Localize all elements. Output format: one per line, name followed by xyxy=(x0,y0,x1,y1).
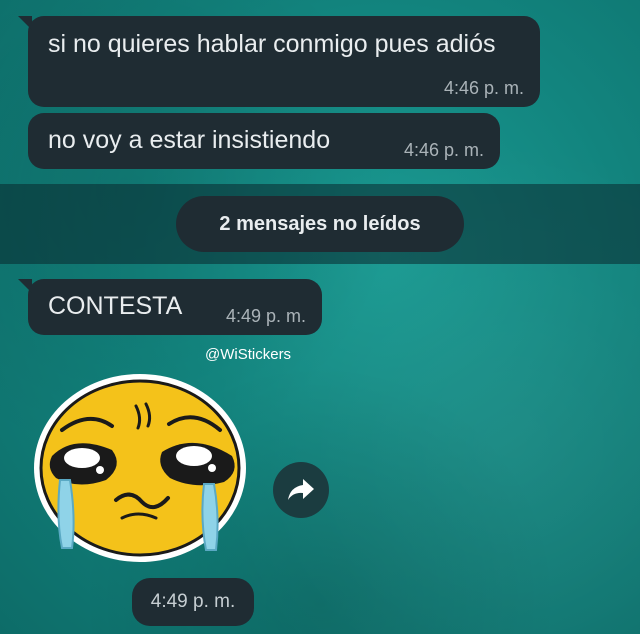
crying-face-sticker[interactable] xyxy=(34,368,260,564)
message-text: si no quieres hablar conmigo pues adiós xyxy=(48,30,496,58)
message-text: no voy a estar insistiendo xyxy=(48,126,331,154)
message-time: 4:49 p. m. xyxy=(225,306,306,326)
forward-arrow-icon xyxy=(288,479,314,500)
message-bubble[interactable]: si no quieres hablar conmigo pues adiós … xyxy=(18,16,540,107)
message-time: 4:46 p. m. xyxy=(443,78,524,98)
bubble-tail xyxy=(18,16,32,30)
message-text: CONTESTA xyxy=(48,292,183,320)
forward-button[interactable] xyxy=(273,462,329,518)
unread-messages-badge: 2 mensajes no leídos xyxy=(176,196,464,252)
sticker-watermark: @WiStickers xyxy=(205,346,292,363)
sticker-time: 4:49 p. m. xyxy=(132,578,254,626)
bubble-tail xyxy=(18,279,32,293)
message-bubble[interactable]: CONTESTA 4:49 p. m. xyxy=(18,279,322,335)
message-bubble[interactable]: no voy a estar insistiendo 4:46 p. m. xyxy=(28,113,500,169)
message-time: 4:46 p. m. xyxy=(403,140,484,160)
